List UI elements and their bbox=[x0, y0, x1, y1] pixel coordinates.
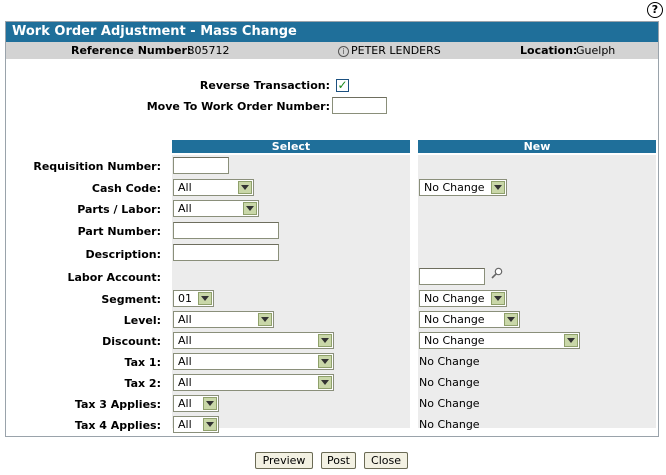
level-select-value: All bbox=[178, 313, 192, 326]
tax-1-select-value: All bbox=[178, 355, 192, 368]
reference-label: Reference Number: bbox=[71, 44, 192, 57]
tax-2-select[interactable]: All bbox=[173, 374, 334, 391]
move-to-work-order-input[interactable] bbox=[332, 97, 387, 114]
description-input[interactable] bbox=[173, 244, 279, 261]
tax-3-new-value: No Change bbox=[419, 397, 480, 410]
checkmark-icon: ✓ bbox=[337, 78, 348, 92]
discount-new-select[interactable]: No Change bbox=[419, 332, 580, 349]
help-icon[interactable]: ? bbox=[647, 2, 663, 18]
discount-select-value: All bbox=[178, 334, 192, 347]
chevron-down-icon bbox=[491, 181, 505, 194]
new-column-header: New bbox=[418, 140, 656, 153]
tax-4-new-value: No Change bbox=[419, 418, 480, 431]
cash-code-new-value: No Change bbox=[424, 181, 485, 194]
preview-button[interactable]: Preview bbox=[255, 452, 313, 469]
segment-select[interactable]: 01 bbox=[173, 290, 214, 307]
user-name: PETER LENDERS bbox=[351, 44, 441, 57]
tax-4-applies-label: Tax 4 Applies: bbox=[74, 419, 161, 432]
tax-2-new-value: No Change bbox=[419, 376, 480, 389]
parts-labor-label: Parts / Labor: bbox=[77, 203, 161, 216]
location-value: Guelph bbox=[576, 44, 616, 57]
tax-4-applies-select[interactable]: All bbox=[173, 416, 219, 433]
page-title: Work Order Adjustment - Mass Change bbox=[6, 22, 658, 42]
chevron-down-icon bbox=[318, 355, 332, 368]
part-number-label: Part Number: bbox=[77, 225, 161, 238]
reverse-transaction-checkbox[interactable]: ✓ bbox=[336, 79, 349, 92]
chevron-down-icon bbox=[318, 376, 332, 389]
tax-2-label: Tax 2: bbox=[124, 377, 162, 390]
cash-code-label: Cash Code: bbox=[91, 182, 161, 195]
info-bar: Reference Number: B05712 i PETER LENDERS … bbox=[6, 42, 658, 59]
tax-1-select[interactable]: All bbox=[173, 353, 334, 370]
labor-account-label: Labor Account: bbox=[67, 271, 161, 284]
requisition-number-label: Requisition Number: bbox=[33, 160, 161, 173]
requisition-number-input[interactable] bbox=[173, 157, 229, 174]
reference-value: B05712 bbox=[187, 44, 230, 57]
level-new-value: No Change bbox=[424, 313, 485, 326]
magnifier-icon[interactable] bbox=[491, 267, 503, 279]
chevron-down-icon bbox=[258, 313, 272, 326]
chevron-down-icon bbox=[238, 181, 252, 194]
discount-new-value: No Change bbox=[424, 334, 485, 347]
tax-3-applies-select[interactable]: All bbox=[173, 395, 219, 412]
discount-select[interactable]: All bbox=[173, 332, 334, 349]
move-to-work-order-label: Move To Work Order Number: bbox=[146, 100, 330, 113]
cash-code-select-value: All bbox=[178, 181, 192, 194]
tax-1-label: Tax 1: bbox=[124, 356, 162, 369]
segment-label: Segment: bbox=[101, 293, 161, 306]
reverse-transaction-label: Reverse Transaction: bbox=[199, 79, 330, 92]
tax-1-new-value: No Change bbox=[419, 355, 480, 368]
mass-change-panel: Work Order Adjustment - Mass Change Refe… bbox=[5, 21, 659, 437]
tax-2-select-value: All bbox=[178, 376, 192, 389]
post-button[interactable]: Post bbox=[321, 452, 356, 469]
level-new-select[interactable]: No Change bbox=[419, 311, 520, 328]
chevron-down-icon bbox=[198, 292, 212, 305]
chevron-down-icon bbox=[318, 334, 332, 347]
chevron-down-icon bbox=[203, 418, 217, 431]
tax-3-select-value: All bbox=[178, 397, 192, 410]
cash-code-new-select[interactable]: No Change bbox=[419, 179, 507, 196]
close-button[interactable]: Close bbox=[364, 452, 408, 469]
part-number-input[interactable] bbox=[173, 222, 279, 239]
info-icon: i bbox=[338, 45, 349, 57]
chevron-down-icon bbox=[243, 202, 257, 215]
chevron-down-icon bbox=[203, 397, 217, 410]
discount-label: Discount: bbox=[102, 335, 161, 348]
description-label: Description: bbox=[85, 248, 161, 261]
labor-account-input[interactable] bbox=[419, 268, 485, 285]
tax-4-select-value: All bbox=[178, 418, 192, 431]
segment-new-value: No Change bbox=[424, 292, 485, 305]
tax-3-applies-label: Tax 3 Applies: bbox=[74, 398, 161, 411]
cash-code-select[interactable]: All bbox=[173, 179, 254, 196]
parts-labor-select-value: All bbox=[178, 202, 192, 215]
chevron-down-icon bbox=[564, 334, 578, 347]
segment-select-value: 01 bbox=[178, 292, 192, 305]
level-label: Level: bbox=[123, 314, 161, 327]
chevron-down-icon bbox=[491, 292, 505, 305]
segment-new-select[interactable]: No Change bbox=[419, 290, 507, 307]
select-column-header: Select bbox=[172, 140, 410, 153]
level-select[interactable]: All bbox=[173, 311, 274, 328]
location-label: Location: bbox=[520, 44, 578, 57]
parts-labor-select[interactable]: All bbox=[173, 200, 259, 217]
chevron-down-icon bbox=[504, 313, 518, 326]
user-display: i PETER LENDERS bbox=[338, 42, 441, 59]
